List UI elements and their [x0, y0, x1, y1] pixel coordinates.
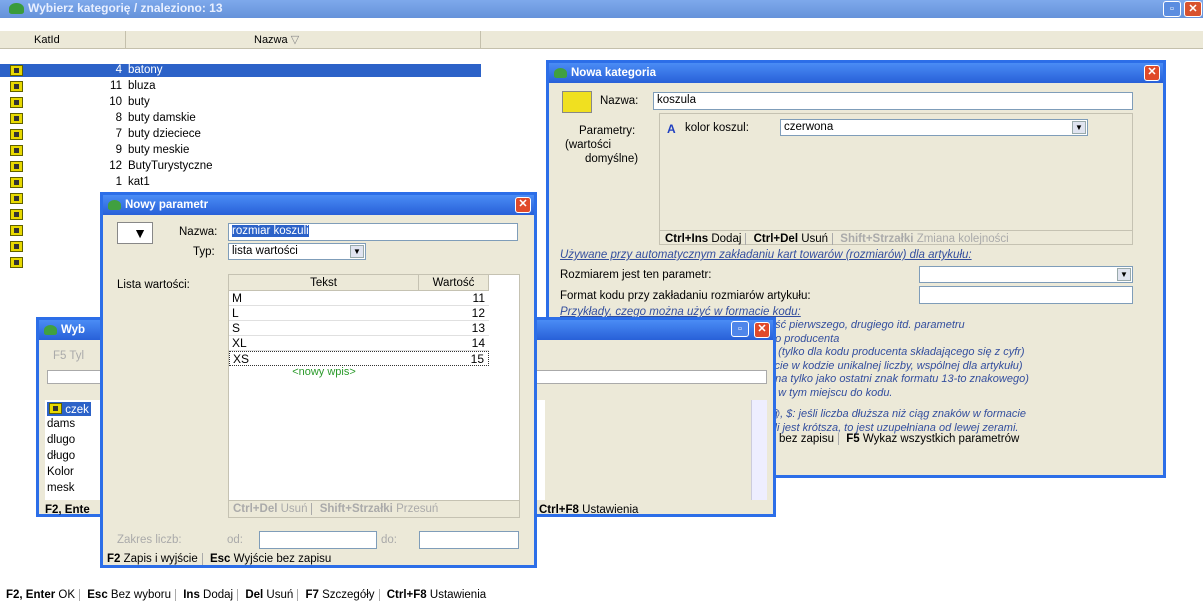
new-entry-row[interactable]: <nowy wpis>	[229, 366, 419, 381]
new-category-status-bar: bez zapisu F5 Wykaz wszystkich parametró…	[779, 433, 1020, 445]
category-icon	[10, 113, 23, 124]
list-item[interactable]: mesk	[47, 482, 74, 494]
table-row[interactable]: 8 buty damskie	[0, 112, 481, 125]
param-type-icon: A	[667, 122, 676, 136]
range-to-input[interactable]	[419, 531, 519, 549]
category-icon	[10, 225, 23, 236]
main-table-header: KatId Nazwa ▽	[0, 31, 1203, 49]
close-button[interactable]: ✕	[1184, 1, 1202, 17]
table-row[interactable]: 11 bluza	[0, 80, 481, 93]
new-param-dialog: Nowy parametr ✕ ▼ Nazwa: rozmiar koszuli…	[100, 192, 537, 568]
status-key-settings[interactable]: Ctrl+F8	[387, 589, 427, 601]
table-row[interactable]: 4 batony	[0, 64, 481, 77]
col-header-wartosc[interactable]: Wartość	[419, 275, 489, 291]
new-param-status-bar: F2 Zapis i wyjście Esc Wyjście bez zapis…	[107, 553, 332, 565]
f5-key[interactable]: F5	[846, 433, 859, 445]
status-key-ins[interactable]: Ins	[183, 589, 200, 601]
main-status-bar: F2, Enter OK Esc Bez wyboru Ins Dodaj De…	[6, 589, 487, 601]
category-icon	[10, 129, 23, 140]
add-param-key[interactable]: Ctrl+Ins	[665, 233, 708, 245]
scrollbar[interactable]	[751, 400, 767, 500]
close-button[interactable]: ✕	[754, 322, 770, 338]
col-header-nazwa[interactable]: Nazwa ▽	[126, 31, 481, 49]
del-param-key[interactable]: Ctrl+Del	[754, 233, 798, 245]
range-from-input[interactable]	[259, 531, 377, 549]
settings-key[interactable]: Ctrl+F8	[539, 504, 579, 516]
category-icon	[10, 97, 23, 108]
values-grid: Tekst Wartość M 11 L 12 S 13 XL 14 XS 15 <now…	[228, 274, 520, 518]
param-type-combo[interactable]: lista wartości ▼	[228, 243, 366, 260]
list-item[interactable]: dlugo	[47, 434, 75, 446]
col-header-tekst[interactable]: Tekst	[229, 275, 419, 291]
maximize-button[interactable]: ▫	[731, 321, 749, 337]
format-hints: ość pierwszego, drugiego itd. parametru …	[769, 319, 1029, 434]
status-key-ok[interactable]: F2, Enter	[6, 589, 55, 601]
category-icon	[10, 81, 23, 92]
app-icon	[108, 200, 121, 210]
table-row[interactable]: 9 buty meskie	[0, 144, 481, 157]
category-icon	[10, 65, 23, 76]
chevron-down-icon[interactable]: ▼	[1072, 121, 1086, 134]
save-exit-key[interactable]: F2	[107, 553, 120, 565]
app-icon	[44, 325, 57, 335]
table-row[interactable]: 7 buty dzieciece	[0, 128, 481, 141]
size-param-combo[interactable]: ▼	[919, 266, 1133, 283]
status-key-esc[interactable]: Esc	[87, 589, 107, 601]
new-param-titlebar: Nowy parametr ✕	[103, 195, 534, 215]
list-item[interactable]: długo	[47, 450, 75, 462]
restore-button[interactable]: ▫	[1163, 1, 1181, 17]
chevron-down-icon: ▼	[133, 225, 147, 241]
table-row[interactable]: 12 ButyTurystyczne	[0, 160, 481, 173]
select-param-status-settings: Ctrl+F8 Ustawienia	[539, 504, 639, 516]
move-value-key: Shift+Strzałki	[319, 503, 393, 515]
status-key-f7[interactable]: F7	[305, 589, 318, 601]
param-icon	[49, 403, 62, 414]
table-row[interactable]: XS 15	[229, 351, 489, 366]
category-icon	[10, 257, 23, 268]
param-type-icon-button[interactable]: ▼	[117, 222, 153, 244]
app-icon	[9, 3, 24, 14]
category-icon	[10, 209, 23, 220]
category-icon	[10, 161, 23, 172]
param-value-combo[interactable]: czerwona ▼	[780, 119, 1088, 136]
status-key-del[interactable]: Del	[245, 589, 263, 601]
category-name-input[interactable]: koszula	[653, 92, 1133, 110]
category-icon	[10, 145, 23, 156]
code-format-input[interactable]	[919, 286, 1133, 304]
params-toolbar: Ctrl+Ins Dodaj Ctrl+Del Usuń Shift+Strza…	[660, 230, 1132, 247]
values-rows: M 11 L 12 S 13 XL 14 XS 15 <nowy wpis>	[229, 291, 489, 381]
category-icon	[10, 241, 23, 252]
chevron-down-icon[interactable]: ▼	[350, 245, 364, 258]
app-icon	[554, 68, 567, 78]
table-row[interactable]: M 11	[229, 291, 489, 306]
params-list: A kolor koszul: czerwona ▼ Ctrl+Ins Dodaj…	[659, 113, 1133, 245]
sort-icon: ▽	[290, 34, 300, 46]
chevron-down-icon[interactable]: ▼	[1117, 268, 1131, 281]
select-param-status-partial: F2, Ente	[45, 504, 90, 516]
table-row[interactable]: 1 kat1	[0, 176, 481, 189]
table-row[interactable]: 10 buty	[0, 96, 481, 109]
close-button[interactable]: ✕	[515, 197, 531, 213]
reorder-param-key: Shift+Strzałki	[840, 233, 914, 245]
close-button[interactable]: ✕	[1144, 65, 1160, 81]
delete-value-key: Ctrl+Del	[233, 503, 278, 515]
table-row[interactable]: S 13	[229, 321, 489, 336]
col-header-katid[interactable]: KatId	[0, 31, 126, 49]
main-title: Wybierz kategorię / znaleziono: 13	[28, 1, 223, 15]
new-category-titlebar: Nowa kategoria ✕	[549, 63, 1163, 83]
table-row[interactable]: XL 14	[229, 336, 489, 351]
category-icon-button[interactable]	[562, 91, 592, 113]
param-name-input[interactable]: rozmiar koszuli	[228, 223, 518, 241]
exit-no-save-key[interactable]: Esc	[210, 553, 230, 565]
values-toolbar: Ctrl+Del Usuń Shift+Strzałki Przesuń	[229, 500, 519, 517]
main-title-bar: Wybierz kategorię / znaleziono: 13 ▫ ✕	[0, 0, 1203, 18]
category-icon	[10, 193, 23, 204]
category-icon	[10, 177, 23, 188]
list-item[interactable]: czek	[47, 402, 91, 416]
table-row[interactable]: L 12	[229, 306, 489, 321]
list-item[interactable]: dams	[47, 418, 75, 430]
list-item[interactable]: Kolor	[47, 466, 74, 478]
